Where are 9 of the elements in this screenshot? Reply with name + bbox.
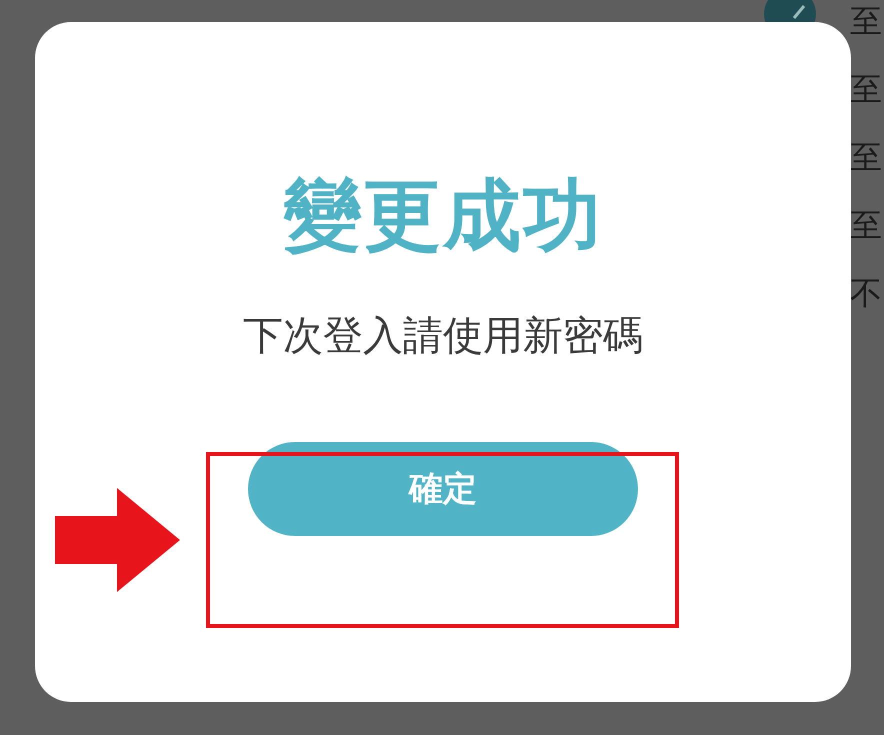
arrow-icon [55,488,180,592]
dialog-title: 變更成功 [283,172,603,260]
confirm-button[interactable]: 確定 [248,442,638,536]
background-text: 不 [850,274,882,312]
dialog-message: 下次登入請使用新密碼 [243,312,643,360]
background-text: 至 [850,70,882,108]
background-text: 至 [850,138,882,176]
background-text: 至 [850,2,882,40]
background-text: 至 [850,206,882,244]
